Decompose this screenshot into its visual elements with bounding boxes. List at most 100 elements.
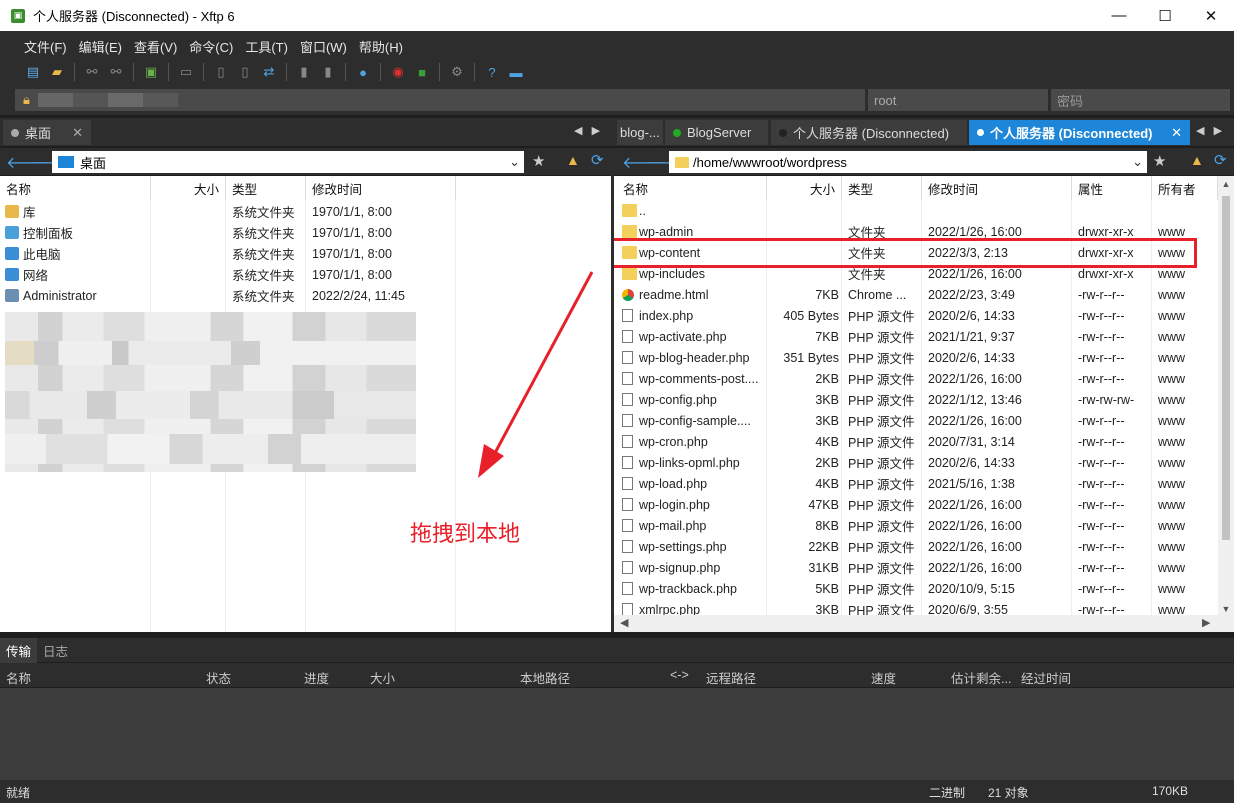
menu-help[interactable]: 帮助(H) (353, 35, 409, 58)
table-row[interactable]: index.php 405 Bytes PHP 源文件 2020/2/6, 14:33… (614, 305, 1218, 326)
help-icon[interactable]: ? (481, 62, 503, 82)
left-path-input[interactable]: 桌面 ⌄ (52, 151, 524, 173)
transfer-list[interactable] (0, 688, 1234, 780)
column-size[interactable]: 大小 (151, 176, 226, 200)
column-name[interactable]: 名称 (614, 176, 767, 200)
column-mtime[interactable]: 修改时间 (922, 176, 1072, 200)
properties-icon[interactable]: ▮ (317, 62, 339, 82)
table-row[interactable]: wp-comments-post.... 2KB PHP 源文件 2022/1/26,… (614, 368, 1218, 389)
table-row[interactable]: wp-settings.php 22KB PHP 源文件 2022/1/26, 16:… (614, 536, 1218, 557)
table-row[interactable]: wp-signup.php 31KB PHP 源文件 2022/1/26, 16:00… (614, 557, 1218, 578)
globe-icon[interactable]: ● (352, 62, 374, 82)
terminal-icon[interactable]: ▭ (175, 62, 197, 82)
column-size[interactable]: 大小 (767, 176, 842, 200)
parent-folder-icon[interactable]: ▲ (566, 152, 580, 168)
table-row[interactable]: wp-load.php 4KB PHP 源文件 2021/5/16, 1:38 -rw-… (614, 473, 1218, 494)
connect-icon[interactable]: ⚯ (81, 62, 103, 82)
copy-icon[interactable]: ▯ (210, 62, 232, 82)
scroll-right-arrow-icon[interactable]: ▶ (1202, 616, 1210, 629)
col-transfer-size[interactable]: 大小 (370, 668, 395, 687)
list-item[interactable]: 此电脑 系统文件夹 1970/1/1, 8:00 (0, 243, 611, 264)
horizontal-scrollbar[interactable]: ◀ ▶ (614, 615, 1234, 632)
bookmark-star-icon[interactable]: ★ (1153, 152, 1166, 170)
refresh-icon[interactable]: ⟳ (591, 151, 604, 169)
open-folder-icon[interactable]: ▰ (46, 62, 68, 82)
tab-personal-server-1[interactable]: 个人服务器 (Disconnected) (771, 120, 967, 145)
list-item[interactable]: 库 系统文件夹 1970/1/1, 8:00 (0, 201, 611, 222)
vertical-scrollbar[interactable]: ▲ ▼ (1218, 176, 1234, 616)
column-perm[interactable]: 属性 (1072, 176, 1152, 200)
tab-personal-server-active[interactable]: 个人服务器 (Disconnected) ✕ (969, 120, 1190, 145)
cell-name: wp-links-opml.php (639, 455, 740, 470)
bookmark-star-icon[interactable]: ★ (532, 152, 545, 170)
settings-gear-icon[interactable]: ⚙ (446, 62, 468, 82)
table-row[interactable]: wp-blog-header.php 351 Bytes PHP 源文件 2020/2… (614, 347, 1218, 368)
transfer-icon[interactable]: ⇄ (258, 62, 280, 82)
column-type[interactable]: 类型 (226, 176, 306, 200)
menu-tools[interactable]: 工具(T) (239, 35, 294, 58)
table-row[interactable]: readme.html 7KB Chrome ... 2022/2/23, 3:49 -… (614, 284, 1218, 305)
list-item[interactable]: 控制面板 系统文件夹 1970/1/1, 8:00 (0, 222, 611, 243)
column-type[interactable]: 类型 (842, 176, 922, 200)
table-row[interactable]: .. (614, 200, 1218, 221)
close-button[interactable]: ✕ (1188, 0, 1234, 31)
col-transfer-eta[interactable]: 估计剩余... (951, 668, 1011, 687)
col-transfer-status[interactable]: 状态 (206, 668, 231, 687)
column-mtime[interactable]: 修改时间 (306, 176, 456, 200)
close-tab-icon[interactable]: ✕ (72, 125, 83, 141)
tab-transfer[interactable]: 传输 (0, 637, 38, 663)
refresh-icon[interactable]: ▮ (293, 62, 315, 82)
host-input[interactable]: 🔒︎ (15, 89, 865, 111)
col-transfer-direction[interactable]: <-> (670, 668, 689, 682)
scroll-up-arrow-icon[interactable]: ▲ (1218, 176, 1234, 189)
left-tab-scroll-icon[interactable]: ◀ ▶ (574, 124, 600, 137)
table-row[interactable]: wp-login.php 47KB PHP 源文件 2022/1/26, 16:00 -… (614, 494, 1218, 515)
tab-blogserver[interactable]: BlogServer (665, 120, 768, 145)
parent-folder-icon[interactable]: ▲ (1190, 152, 1204, 168)
col-transfer-local-path[interactable]: 本地路径 (520, 668, 570, 687)
scroll-thumb[interactable] (1222, 196, 1230, 540)
scroll-down-arrow-icon[interactable]: ▼ (1218, 604, 1234, 614)
menu-window[interactable]: 窗口(W) (294, 35, 353, 58)
column-name[interactable]: 名称 (0, 176, 151, 200)
table-row[interactable]: wp-config-sample.... 3KB PHP 源文件 2022/1/26,… (614, 410, 1218, 431)
chat-icon[interactable]: ▬ (505, 62, 527, 82)
tab-local-desktop[interactable]: 桌面 ✕ (3, 120, 91, 145)
xshell-icon[interactable]: ◉ (387, 62, 409, 82)
user-input[interactable]: root (868, 89, 1048, 111)
table-row[interactable]: wp-trackback.php 5KB PHP 源文件 2020/10/9, 5:1… (614, 578, 1218, 599)
menu-file[interactable]: 文件(F) (18, 35, 73, 58)
refresh-icon[interactable]: ⟳ (1214, 151, 1227, 169)
new-session-icon[interactable]: ▤ (22, 62, 44, 82)
chevron-down-icon[interactable]: ⌄ (1132, 154, 1143, 170)
scroll-left-arrow-icon[interactable]: ◀ (620, 616, 628, 629)
right-path-input[interactable]: /home/wwwroot/wordpress ⌄ (669, 151, 1147, 173)
menu-edit[interactable]: 编辑(E) (73, 35, 128, 58)
col-transfer-speed[interactable]: 速度 (871, 668, 896, 687)
col-transfer-progress[interactable]: 进度 (304, 668, 329, 687)
minimize-button[interactable]: — (1096, 0, 1142, 31)
new-window-icon[interactable]: ▣ (140, 62, 162, 82)
table-row[interactable]: wp-links-opml.php 2KB PHP 源文件 2020/2/6, 14:… (614, 452, 1218, 473)
table-row[interactable]: wp-mail.php 8KB PHP 源文件 2022/1/26, 16:00 -rw… (614, 515, 1218, 536)
xftp-icon[interactable]: ■ (411, 62, 433, 82)
right-tab-scroll-icon[interactable]: ◀ ▶ (1196, 124, 1222, 137)
chevron-down-icon[interactable]: ⌄ (509, 154, 520, 170)
menu-view[interactable]: 查看(V) (128, 35, 183, 58)
col-transfer-name[interactable]: 名称 (6, 668, 31, 687)
disconnect-icon[interactable]: ⚯ (105, 62, 127, 82)
col-transfer-remote-path[interactable]: 远程路径 (706, 668, 756, 687)
tab-blog[interactable]: blog-... (617, 120, 663, 145)
password-input[interactable]: 密码 (1051, 89, 1230, 111)
col-transfer-elapsed[interactable]: 经过时间 (1021, 668, 1071, 687)
table-row[interactable]: wp-activate.php 7KB PHP 源文件 2021/1/21, 9:37… (614, 326, 1218, 347)
column-owner[interactable]: 所有者 (1152, 176, 1218, 200)
table-row[interactable]: wp-cron.php 4KB PHP 源文件 2020/7/31, 3:14 -rw-… (614, 431, 1218, 452)
paste-icon[interactable]: ▯ (234, 62, 256, 82)
transfer-mode[interactable]: 二进制 (929, 784, 965, 801)
tab-log[interactable]: 日志 (37, 638, 74, 663)
maximize-button[interactable]: ☐ (1142, 0, 1188, 31)
close-tab-icon[interactable]: ✕ (1171, 125, 1182, 141)
menu-command[interactable]: 命令(C) (183, 35, 239, 58)
table-row[interactable]: wp-config.php 3KB PHP 源文件 2022/1/12, 13:46 -… (614, 389, 1218, 410)
